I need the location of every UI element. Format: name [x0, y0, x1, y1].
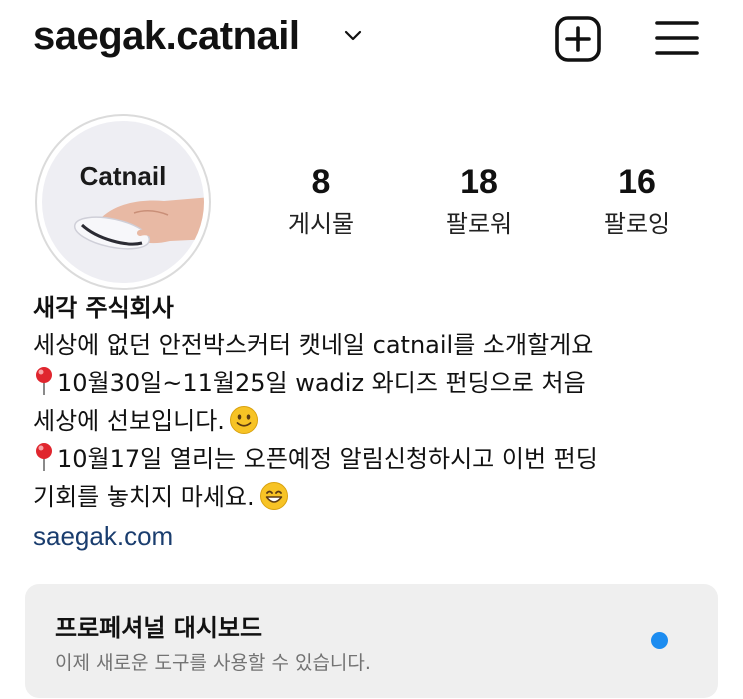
- stat-followers[interactable]: 18 팔로워: [409, 160, 549, 244]
- bio-text: 세상에 없던 안전박스커터 캣네일 catnail를 소개할게요: [33, 331, 594, 359]
- posts-count: 8: [311, 163, 331, 201]
- following-count: 16: [618, 163, 656, 201]
- red-pin-icon: [36, 443, 52, 471]
- notification-dot: [651, 632, 668, 649]
- followers-label: 팔로워: [445, 210, 513, 238]
- red-pin-icon: [36, 367, 52, 395]
- bio-text: 10월30일~11월25일 wadiz 와디즈 펀딩으로 처음: [57, 369, 586, 397]
- chevron-down-icon[interactable]: [342, 24, 364, 46]
- profile-bio: 새각 주식회사 세상에 없던 안전박스커터 캣네일 catnail를 소개할게요…: [33, 290, 723, 556]
- bio-text: 기회를 놓치지 마세요.: [33, 483, 255, 511]
- bio-text: 세상에 선보입니다.: [33, 407, 225, 435]
- posts-label: 게시물: [287, 210, 355, 238]
- stat-following[interactable]: 16 팔로잉: [567, 160, 707, 244]
- bio-line: 세상에 선보입니다.: [33, 402, 723, 440]
- dashboard-title: 프로페셔널 대시보드: [55, 614, 263, 642]
- bio-line: 10월30일~11월25일 wadiz 와디즈 펀딩으로 처음: [33, 364, 723, 402]
- bio-line: 기회를 놓치지 마세요.: [33, 478, 723, 516]
- followers-count: 18: [460, 163, 498, 201]
- profile-header: saegak.catnail: [0, 0, 743, 80]
- bio-text: 10월17일 열리는 오픈예정 알림신청하시고 이번 펀딩: [57, 445, 598, 473]
- plus-square-icon[interactable]: [553, 14, 603, 64]
- stat-posts[interactable]: 8 게시물: [251, 160, 391, 244]
- hamburger-menu-icon[interactable]: [653, 16, 701, 60]
- slightly-smiling-face-icon: [229, 406, 258, 434]
- username-title[interactable]: saegak.catnail: [33, 14, 300, 59]
- avatar-image: Catnail: [42, 121, 204, 283]
- professional-dashboard-card[interactable]: 프로페셔널 대시보드 이제 새로운 도구를 사용할 수 있습니다.: [25, 584, 718, 698]
- dashboard-subtitle: 이제 새로운 도구를 사용할 수 있습니다.: [55, 652, 371, 674]
- catnail-product-image: [73, 197, 204, 250]
- bio-line: 세상에 없던 안전박스커터 캣네일 catnail를 소개할게요: [33, 326, 723, 364]
- grinning-face-icon: [259, 482, 288, 510]
- bio-line: 10월17일 열리는 오픈예정 알림신청하시고 이번 펀딩: [33, 440, 723, 478]
- profile-avatar[interactable]: Catnail: [35, 114, 211, 290]
- avatar-logo-text: Catnail: [79, 161, 167, 191]
- following-label: 팔로잉: [603, 210, 671, 238]
- bio-display-name: 새각 주식회사: [33, 294, 174, 322]
- website-link[interactable]: saegak.com: [33, 516, 173, 556]
